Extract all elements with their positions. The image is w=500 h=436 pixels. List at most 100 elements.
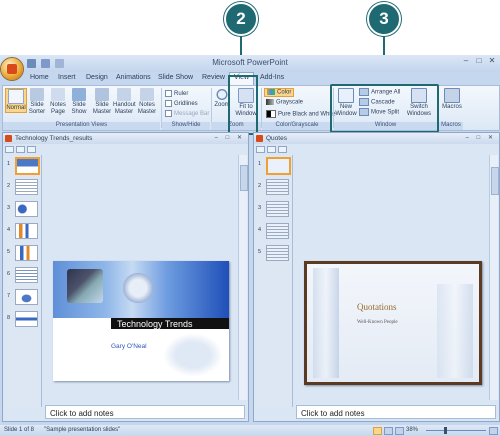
slide-count-status: Slide 1 of 8 — [4, 427, 35, 433]
slide-thumbnail[interactable] — [15, 267, 38, 283]
magnifier-icon — [215, 88, 229, 101]
gridlines-checkbox[interactable]: Gridlines — [165, 100, 198, 107]
slide-thumbnail[interactable] — [266, 223, 289, 239]
outline-slides-tabs[interactable] — [256, 146, 291, 154]
tab-design[interactable]: Design — [86, 74, 108, 81]
slide[interactable]: Quotations Well-Known People — [304, 261, 482, 385]
slide-thumbnail[interactable] — [15, 179, 38, 195]
slide-thumbnail[interactable] — [15, 289, 38, 305]
document-title: Technology Trends_results — [15, 135, 93, 142]
slide-thumbnail[interactable] — [266, 179, 289, 195]
powerpoint-app: Microsoft PowerPoint – □ ✕ Home Insert D… — [0, 55, 500, 436]
thumb-number: 5 — [258, 249, 262, 255]
redo-icon[interactable] — [54, 59, 64, 68]
window-title: Microsoft PowerPoint — [212, 58, 288, 67]
slide[interactable]: Technology Trends Gary O'Neal — [53, 261, 229, 381]
zoom-slider-thumb[interactable] — [444, 427, 447, 434]
theme-status: "Sample presentation slides" — [44, 427, 121, 433]
notes-pane[interactable]: Click to add notes — [296, 405, 496, 419]
slide-thumbnail[interactable] — [266, 157, 291, 175]
thumb-number: 6 — [7, 271, 11, 277]
zoom-level: 38% — [406, 427, 419, 433]
tab-slide-show[interactable]: Slide Show — [158, 74, 193, 81]
slide-thumbnail[interactable] — [15, 157, 40, 175]
thumb-number: 3 — [7, 205, 11, 211]
normal-button[interactable]: Normal — [5, 88, 27, 113]
outline-slides-tabs[interactable] — [5, 146, 40, 154]
close-icon[interactable]: ✕ — [486, 56, 498, 66]
presentation-icon — [256, 135, 263, 142]
tab-review[interactable]: Review — [202, 74, 225, 81]
ruler-checkbox[interactable]: Ruler — [165, 90, 188, 97]
slide-master-icon — [95, 88, 109, 101]
status-bar: Slide 1 of 8 "Sample presentation slides… — [0, 425, 500, 436]
title-bar: Microsoft PowerPoint – □ ✕ — [0, 55, 500, 72]
slide-thumbnail[interactable] — [15, 245, 38, 261]
tab-insert[interactable]: Insert — [58, 74, 76, 81]
tab-home[interactable]: Home — [30, 74, 49, 81]
document-window-title-bar: Quotes – □ ✕ — [254, 133, 499, 144]
column-image — [313, 268, 339, 378]
tab-animations[interactable]: Animations — [116, 74, 151, 81]
thumb-number: 4 — [258, 227, 262, 233]
notes-master-button[interactable]: Notes Master — [136, 88, 158, 116]
slide-sorter-icon[interactable] — [384, 427, 393, 435]
group-label-presentation-views: Presentation Views — [3, 122, 160, 130]
notes-page-button[interactable]: Notes Page — [48, 88, 68, 116]
watermark-image — [163, 333, 223, 377]
mouse-image — [123, 273, 153, 303]
vertical-scrollbar[interactable] — [489, 155, 499, 400]
tab-add-ins[interactable]: Add-Ins — [260, 74, 284, 81]
slide-show-icon — [72, 88, 86, 101]
window-controls: – □ ✕ — [465, 135, 496, 141]
scroll-thumb[interactable] — [491, 167, 499, 195]
callout-2: 2 — [224, 2, 258, 36]
scroll-thumb[interactable] — [240, 165, 248, 191]
window-group-highlight — [330, 84, 439, 133]
slide-sorter-icon — [30, 88, 44, 101]
zoom-slider[interactable] — [426, 430, 486, 431]
slide-thumbnail-pane: 1 2 3 4 5 — [256, 155, 293, 407]
color-button[interactable]: Color — [264, 88, 295, 97]
thumb-number: 8 — [7, 315, 11, 321]
slide-show-button[interactable]: Slide Show — [69, 88, 89, 116]
macros-button[interactable]: Macros — [442, 88, 462, 111]
slide-title: Technology Trends — [117, 319, 193, 329]
slide-thumbnail[interactable] — [15, 223, 38, 239]
color-swatch-icon — [267, 89, 275, 95]
handout-master-button[interactable]: Handout Master — [113, 88, 136, 116]
slide-master-button[interactable]: Slide Master — [92, 88, 112, 116]
black-white-swatch-icon — [266, 110, 276, 118]
notes-master-icon — [140, 88, 154, 101]
message-bar-checkbox[interactable]: Message Bar — [165, 110, 209, 117]
thumb-number: 1 — [7, 161, 11, 167]
maximize-icon[interactable]: □ — [473, 56, 485, 66]
slide-thumbnail[interactable] — [15, 201, 38, 217]
slide-thumbnail[interactable] — [266, 201, 289, 217]
slide-sorter-button[interactable]: Slide Sorter — [27, 88, 47, 116]
slide-thumbnail[interactable] — [266, 245, 289, 261]
fit-to-window-icon[interactable] — [489, 427, 498, 435]
slide-subtitle: Well-Known People — [357, 320, 398, 325]
callout-3: 3 — [367, 2, 401, 36]
slide-thumbnail[interactable] — [15, 311, 38, 327]
notes-pane[interactable]: Click to add notes — [45, 405, 245, 419]
document-title: Quotes — [266, 135, 287, 142]
group-label-show-hide: Show/Hide — [162, 122, 210, 130]
thumb-number: 3 — [258, 205, 262, 211]
quick-access-toolbar — [27, 59, 67, 69]
slide-title: Quotations — [357, 302, 397, 312]
thumb-number: 5 — [7, 249, 11, 255]
grayscale-button[interactable]: Grayscale — [266, 99, 303, 106]
vertical-scrollbar[interactable] — [238, 155, 248, 400]
save-icon[interactable] — [27, 59, 36, 68]
laptop-image — [67, 269, 103, 303]
slide-thumbnail-pane: 1 2 3 4 5 6 7 8 — [5, 155, 42, 407]
window-controls: – □ ✕ — [214, 135, 245, 141]
normal-view-icon[interactable] — [373, 427, 382, 435]
undo-icon[interactable] — [40, 59, 50, 68]
column-image — [437, 284, 473, 378]
pure-black-white-button[interactable]: Pure Black and White — [266, 110, 336, 118]
minimize-icon[interactable]: – — [460, 56, 472, 66]
slide-show-icon[interactable] — [395, 427, 404, 435]
